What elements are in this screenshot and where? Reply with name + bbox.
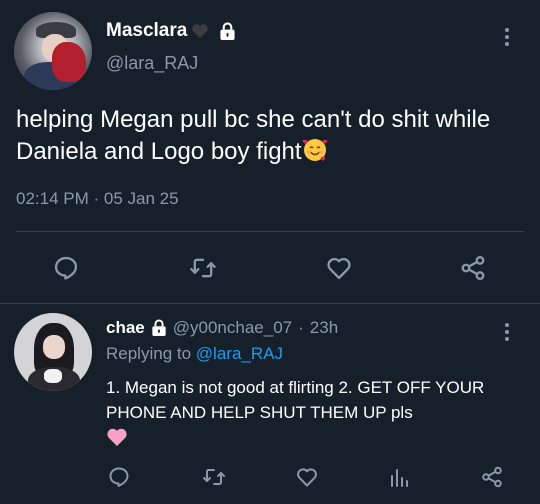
avatar-cat [44,369,62,383]
like-icon [327,257,351,280]
like-button[interactable] [292,462,322,492]
handle[interactable]: @y00nchae_07 [173,318,292,338]
handle[interactable]: @lara_RAJ [106,53,198,74]
avatar[interactable] [14,12,92,90]
reply-age[interactable]: 23h [310,318,338,338]
share-icon [461,255,485,281]
share-button[interactable] [477,462,507,492]
tweet-text: helping Megan pull bc she can't do shit … [16,104,531,168]
reply-text-body: 1. Megan is not good at flirting 2. GET … [106,378,485,422]
share-icon [482,466,502,488]
replying-handle[interactable]: @lara_RAJ [196,344,283,363]
more-icon[interactable] [497,22,517,52]
tweet-text-body: helping Megan pull bc she can't do shit … [16,106,491,165]
display-name-row[interactable]: Masclara [106,20,236,42]
avatar-hair [52,42,86,82]
reply-icon [109,467,129,487]
lock-icon [152,319,166,336]
like-button[interactable] [321,250,357,286]
tweet-date[interactable]: 05 Jan 25 [104,189,179,208]
reply-button[interactable] [48,250,84,286]
reply-icon [54,256,78,280]
pink-heart-icon [107,428,127,446]
reply-button[interactable] [104,462,134,492]
display-name[interactable]: Masclara [106,20,187,42]
black-heart-icon [192,24,209,39]
timestamp-separator: · [93,189,100,208]
reply-header: chae @y00nchae_07 · 23h [106,318,338,338]
divider [0,303,540,304]
like-icon [297,468,317,487]
more-icon[interactable] [497,317,517,347]
tweet-time[interactable]: 02:14 PM [16,189,89,208]
separator: · [298,318,304,337]
smiling-face-with-hearts-icon [302,139,327,161]
replying-label: Replying to [106,344,192,363]
retweet-button[interactable] [185,250,221,286]
retweet-button[interactable] [199,462,229,492]
retweet-icon [190,258,216,278]
reply-text: 1. Megan is not good at flirting 2. GET … [106,375,531,450]
divider [16,231,524,232]
avatar-face [43,335,65,359]
display-name[interactable]: chae [106,318,145,338]
analytics-button[interactable] [384,462,414,492]
replying-to: Replying to @lara_RAJ [106,344,283,364]
lock-icon [220,21,235,40]
timestamp[interactable]: 02:14 PM · 05 Jan 25 [16,189,179,209]
avatar[interactable] [14,313,92,391]
retweet-icon [203,469,225,485]
share-button[interactable] [455,250,491,286]
analytics-icon [391,469,408,487]
